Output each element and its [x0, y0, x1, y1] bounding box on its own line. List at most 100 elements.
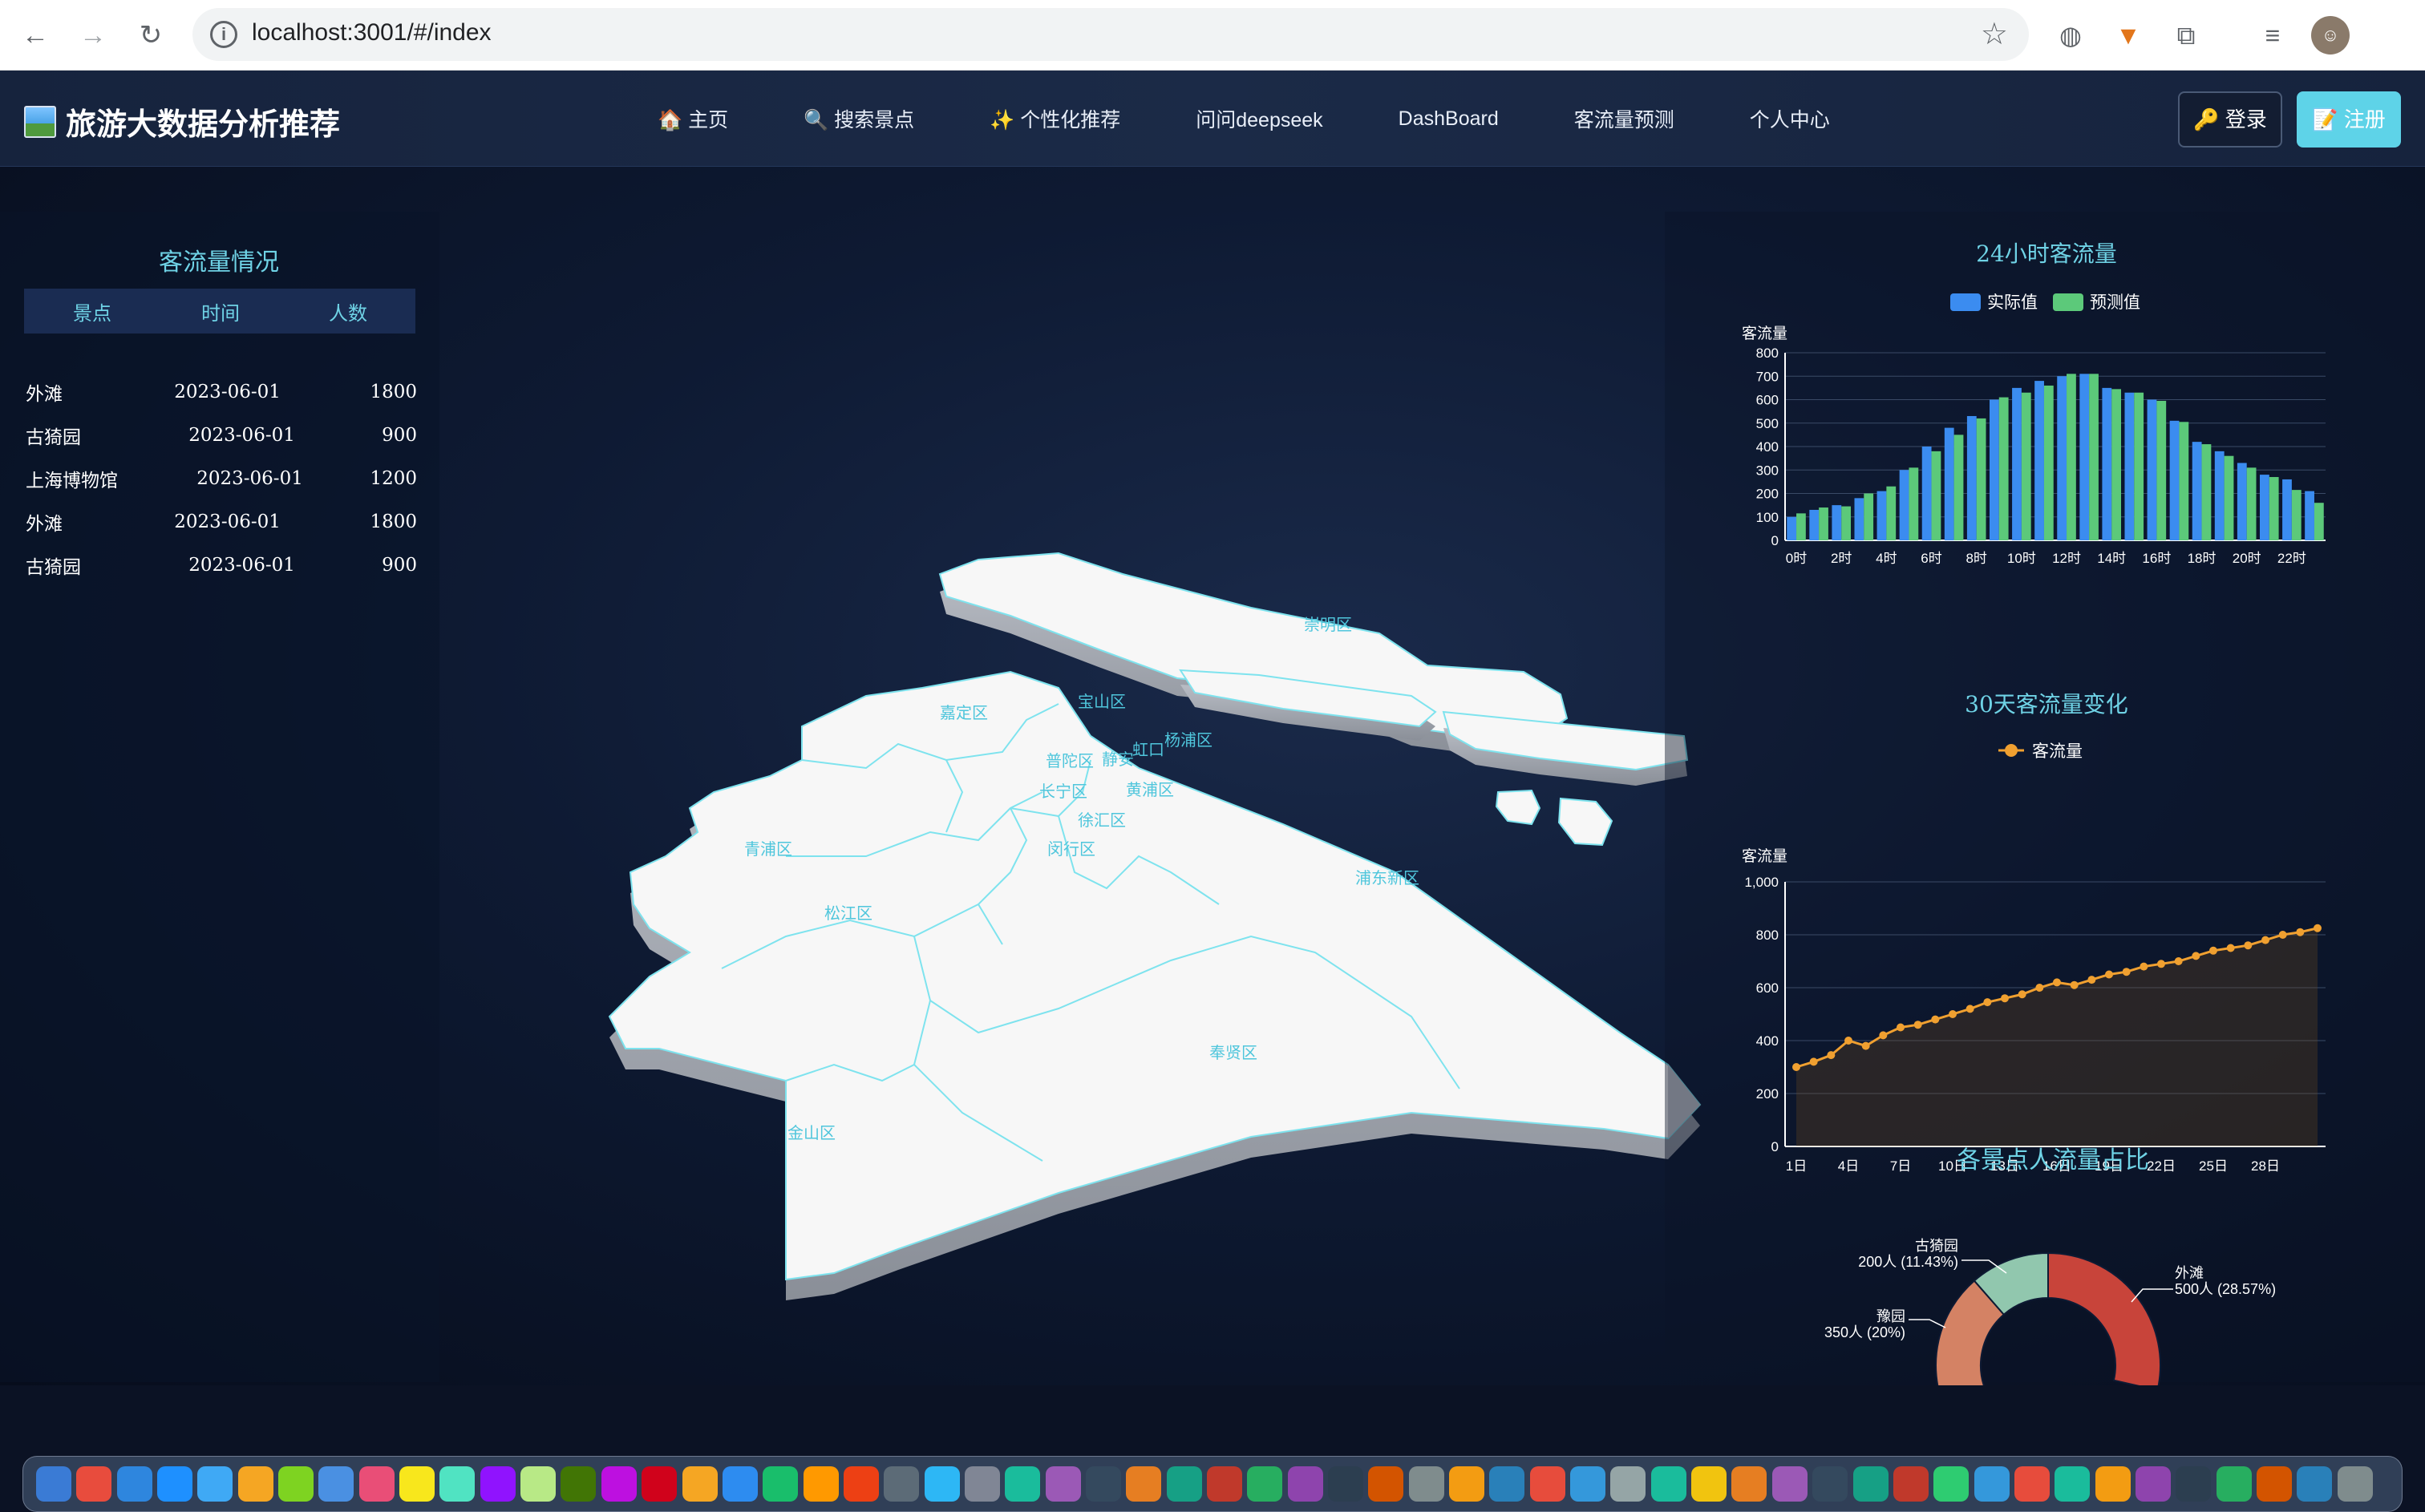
- outlook-icon[interactable]: [157, 1466, 193, 1502]
- district-label[interactable]: 杨浦区: [1164, 731, 1212, 750]
- numbers-icon[interactable]: [1650, 1466, 1686, 1502]
- district-label[interactable]: 崇明区: [1304, 616, 1352, 634]
- app-store-icon[interactable]: [197, 1466, 233, 1502]
- data-point[interactable]: [2296, 928, 2305, 936]
- puzzle-extensions-icon[interactable]: ⧉: [2167, 16, 2205, 55]
- data-point[interactable]: [2105, 970, 2113, 979]
- data-point[interactable]: [1983, 998, 1992, 1007]
- screen-icon[interactable]: [2216, 1466, 2252, 1502]
- davinci-icon[interactable]: [520, 1466, 557, 1502]
- indesign-icon[interactable]: [1045, 1466, 1081, 1502]
- district-label[interactable]: 闵行区: [1047, 840, 1095, 859]
- data-point[interactable]: [2209, 946, 2217, 955]
- bar-predicted[interactable]: [1953, 435, 1964, 540]
- address-bar[interactable]: i localhost:3001/#/index ☆: [192, 8, 2029, 61]
- district-label[interactable]: 长宁区: [1039, 782, 1087, 801]
- pycharm-icon[interactable]: [1368, 1466, 1404, 1502]
- lightroom-icon[interactable]: [803, 1466, 839, 1502]
- reading-list-icon[interactable]: ≡: [2253, 16, 2292, 55]
- clapper-icon[interactable]: [480, 1466, 516, 1502]
- bar-predicted[interactable]: [1909, 467, 1919, 540]
- data-point[interactable]: [1809, 1057, 1818, 1066]
- bar-actual[interactable]: [2102, 387, 2112, 540]
- blender-icon[interactable]: [601, 1466, 637, 1502]
- keynote-icon[interactable]: [1771, 1466, 1808, 1502]
- district-label[interactable]: 宝山区: [1078, 693, 1126, 711]
- bar-predicted[interactable]: [2111, 389, 2122, 540]
- quicktime-icon[interactable]: [2135, 1466, 2171, 1502]
- launchpad-icon[interactable]: [76, 1466, 112, 1502]
- chrome-icon[interactable]: [358, 1466, 395, 1502]
- profile-avatar[interactable]: ☺: [2311, 16, 2350, 55]
- nav-recommend[interactable]: ✨ 个性化推荐: [990, 104, 1120, 133]
- vpn-icon[interactable]: [561, 1466, 597, 1502]
- bar-actual[interactable]: [2079, 374, 2090, 540]
- back-arrow-icon[interactable]: ←: [14, 14, 56, 56]
- bar-predicted[interactable]: [2246, 467, 2257, 540]
- data-point[interactable]: [1931, 1015, 1940, 1024]
- activity-icon[interactable]: [2055, 1466, 2091, 1502]
- bar-actual[interactable]: [2259, 475, 2269, 540]
- bar-actual[interactable]: [2124, 392, 2135, 540]
- data-point[interactable]: [2035, 984, 2044, 992]
- finder-icon[interactable]: [36, 1466, 71, 1502]
- data-point[interactable]: [2122, 968, 2131, 976]
- reload-icon[interactable]: ↻: [130, 14, 172, 56]
- bar-predicted[interactable]: [2179, 422, 2189, 540]
- safari-icon[interactable]: [318, 1466, 354, 1502]
- vscode-icon[interactable]: [1287, 1466, 1323, 1502]
- bar-actual[interactable]: [1787, 516, 1797, 540]
- trello-icon[interactable]: [843, 1466, 879, 1502]
- clion-icon[interactable]: [1529, 1466, 1565, 1502]
- bar-predicted[interactable]: [2021, 392, 2031, 540]
- district-label[interactable]: 松江区: [824, 904, 872, 923]
- paper-icon[interactable]: [1207, 1466, 1242, 1502]
- bar-actual[interactable]: [1854, 498, 1864, 540]
- messages-icon[interactable]: [278, 1466, 314, 1502]
- district-label[interactable]: 嘉定区: [940, 704, 988, 722]
- bar-actual[interactable]: [1809, 509, 1820, 540]
- bar-predicted[interactable]: [1976, 418, 1986, 540]
- bar-predicted[interactable]: [1931, 451, 1941, 540]
- district-label[interactable]: 徐汇区: [1078, 811, 1126, 830]
- site-info-icon[interactable]: i: [210, 21, 237, 48]
- mail-icon[interactable]: [116, 1466, 152, 1502]
- dataspell-icon[interactable]: [1489, 1466, 1525, 1502]
- bar-actual[interactable]: [2057, 376, 2067, 540]
- address-url[interactable]: localhost:3001/#/index: [252, 19, 492, 46]
- bar-actual[interactable]: [1876, 491, 1887, 540]
- bar-predicted[interactable]: [1864, 493, 1874, 541]
- vim-icon[interactable]: [1085, 1466, 1121, 1502]
- shanghai-3d-map[interactable]: 崇明区 嘉定区 宝山区 杨浦区 普陀区 静安 虹口 长宁区 黄浦区 徐汇区 闵行…: [449, 455, 1764, 1385]
- district-label[interactable]: 虹口: [1132, 741, 1164, 759]
- openai-icon[interactable]: [1933, 1466, 1970, 1502]
- forward-arrow-icon[interactable]: →: [72, 14, 114, 56]
- register-button[interactable]: 📝 注册: [2297, 91, 2401, 148]
- nav-flow-forecast[interactable]: 客流量预测: [1574, 104, 1674, 133]
- district-label[interactable]: 黄浦区: [1126, 781, 1174, 799]
- datagrip-icon[interactable]: [1408, 1466, 1444, 1502]
- site-logo[interactable]: 旅游大数据分析推荐: [24, 99, 340, 144]
- district-label[interactable]: 奉贤区: [1209, 1044, 1257, 1062]
- district-label[interactable]: 普陀区: [1046, 752, 1094, 770]
- nav-search-spots[interactable]: 🔍 搜索景点: [804, 104, 914, 133]
- intellij-icon[interactable]: [1449, 1466, 1485, 1502]
- nav-deepseek[interactable]: 问问deepseek: [1196, 104, 1322, 133]
- bar-predicted[interactable]: [2314, 503, 2324, 540]
- shield-icon[interactable]: [682, 1466, 718, 1502]
- extension-icon[interactable]: ◍: [2051, 16, 2090, 55]
- bar-predicted[interactable]: [2291, 490, 2302, 540]
- data-point[interactable]: [1949, 1010, 1957, 1018]
- bar-actual[interactable]: [2034, 381, 2044, 540]
- district-label[interactable]: 金山区: [787, 1124, 836, 1142]
- bar-actual[interactable]: [2012, 387, 2022, 540]
- webstorm-icon[interactable]: [1328, 1466, 1364, 1502]
- illustrator-icon[interactable]: [964, 1466, 1000, 1502]
- bar-actual[interactable]: [1921, 447, 1932, 540]
- data-point[interactable]: [2261, 936, 2269, 944]
- data-point[interactable]: [2018, 990, 2026, 999]
- data-point[interactable]: [2174, 957, 2183, 965]
- data-point[interactable]: [2140, 962, 2148, 971]
- photos-icon[interactable]: [237, 1466, 273, 1502]
- bar-actual[interactable]: [2237, 463, 2247, 540]
